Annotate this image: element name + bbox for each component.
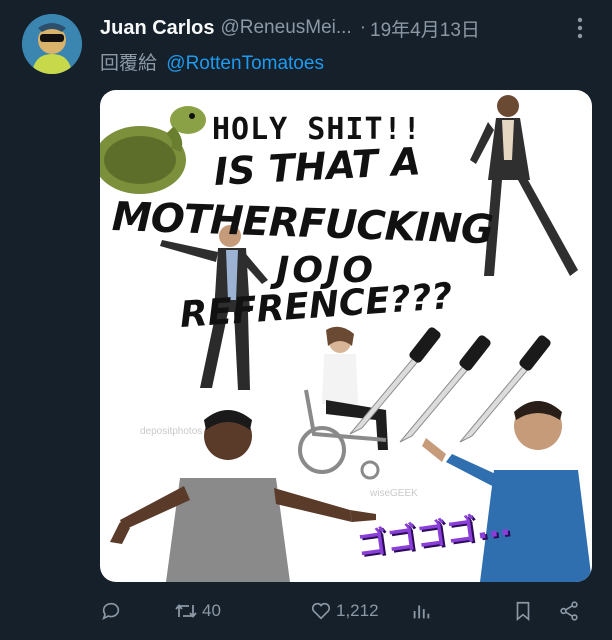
more-icon[interactable] bbox=[568, 14, 592, 42]
share-icon bbox=[558, 600, 580, 622]
tweet-media[interactable]: HOLY SHIT!! IS THAT A MOTHERFUCKING JOJO… bbox=[100, 90, 592, 582]
avatar[interactable] bbox=[22, 14, 82, 74]
tweet-actions: 40 1,212 bbox=[100, 596, 592, 626]
retweet-button[interactable]: 40 bbox=[174, 596, 221, 626]
retweet-icon bbox=[174, 600, 198, 622]
like-count: 1,212 bbox=[336, 601, 379, 620]
reply-mention-link[interactable]: @RottenTomatoes bbox=[166, 53, 324, 74]
turtle-figure bbox=[100, 106, 206, 194]
woman-in-wheelchair bbox=[298, 326, 388, 480]
reply-icon bbox=[100, 600, 122, 622]
retweet-count: 40 bbox=[202, 601, 221, 620]
separator-dot: · bbox=[359, 17, 367, 38]
reply-context: 回覆給 @RottenTomatoes bbox=[100, 48, 324, 75]
bookmark-button[interactable] bbox=[512, 596, 534, 626]
like-button[interactable]: 1,212 bbox=[310, 596, 379, 626]
tweet-date[interactable]: 19年4月13日 bbox=[370, 15, 480, 42]
display-name[interactable]: Juan Carlos bbox=[100, 17, 214, 40]
share-button[interactable] bbox=[558, 596, 580, 626]
reply-button[interactable] bbox=[100, 596, 126, 626]
reply-prefix: 回覆給 bbox=[100, 53, 158, 74]
watermark-stock: depositphotos bbox=[140, 426, 203, 437]
views-button[interactable] bbox=[410, 596, 432, 626]
avatar-image bbox=[22, 14, 82, 74]
watermark-site: wiseGEEK bbox=[370, 488, 418, 499]
views-icon bbox=[410, 600, 432, 622]
tweet-header: Juan Carlos @ReneusMei... · 19年4月13日 bbox=[100, 14, 592, 42]
pointing-man-bottom-right bbox=[422, 401, 592, 582]
like-icon bbox=[310, 600, 332, 622]
bookmark-icon bbox=[512, 600, 534, 622]
user-handle[interactable]: @ReneusMei... bbox=[220, 17, 351, 39]
